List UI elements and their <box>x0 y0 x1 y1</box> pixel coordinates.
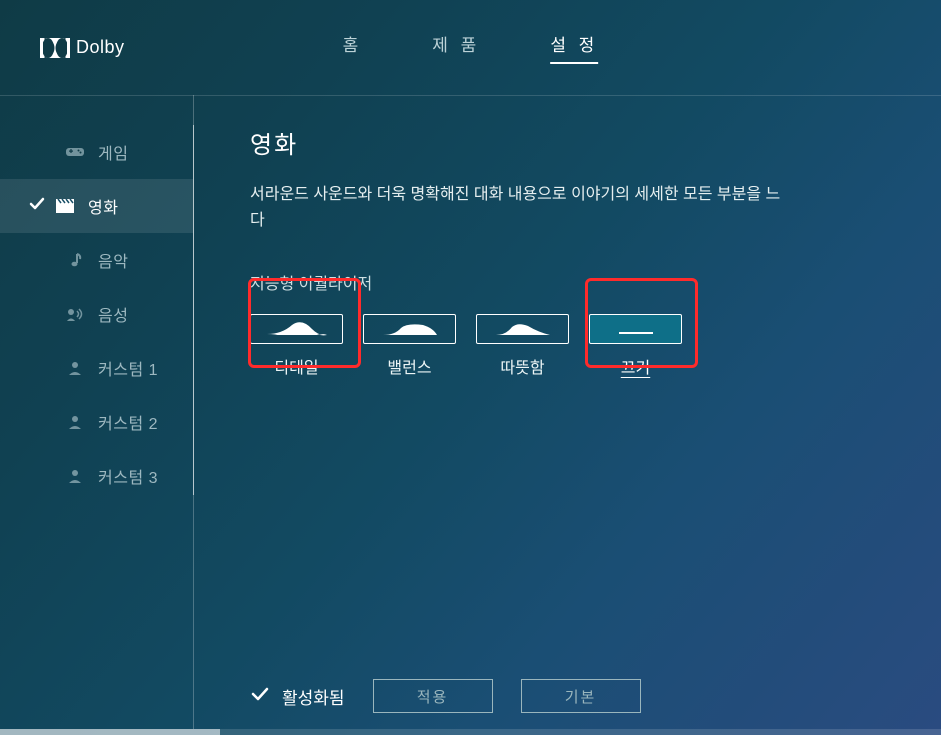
bottom-bar: 활성화됨 적용 기본 <box>250 679 641 713</box>
eq-option-off[interactable]: 끄기 <box>589 308 682 386</box>
sidebar-item-custom1[interactable]: 커스텀 1 <box>0 341 193 395</box>
eq-option-label: 밸런스 <box>387 354 431 378</box>
dolby-logo-icon <box>40 38 70 58</box>
eq-shape-warm-icon <box>476 314 569 344</box>
person-icon <box>66 467 84 485</box>
sidebar-item-movie[interactable]: 영화 <box>0 179 193 233</box>
music-note-icon <box>66 251 84 269</box>
check-icon <box>28 195 46 218</box>
eq-options: 디테일 밸런스 따뜻함 끄기 <box>250 308 941 386</box>
nav-home[interactable]: 홈 <box>343 31 363 64</box>
horizontal-scrollbar[interactable] <box>0 729 941 735</box>
brand-text: Dolby <box>76 37 125 58</box>
sidebar-item-custom3[interactable]: 커스텀 3 <box>0 449 193 503</box>
voice-icon <box>66 305 84 323</box>
person-icon <box>66 359 84 377</box>
eq-option-label: 따뜻함 <box>500 354 544 378</box>
scrollbar-thumb[interactable] <box>0 729 220 735</box>
sidebar-item-game[interactable]: 게임 <box>0 125 193 179</box>
eq-shape-off-icon <box>589 314 682 344</box>
eq-option-warm[interactable]: 따뜻함 <box>476 308 569 386</box>
header: Dolby 홈 제 품 설 정 <box>0 0 941 95</box>
page-title: 영화 <box>250 125 941 160</box>
sidebar-item-label: 음성 <box>98 302 128 326</box>
sidebar-item-label: 영화 <box>88 194 118 218</box>
check-icon <box>250 684 270 709</box>
person-icon <box>66 413 84 431</box>
gamepad-icon <box>66 143 84 161</box>
eq-option-label: 디테일 <box>274 354 318 378</box>
nav-products[interactable]: 제 품 <box>432 31 480 64</box>
clapperboard-icon <box>56 197 74 215</box>
dolby-logo: Dolby <box>40 37 125 58</box>
status-label: 활성화됨 <box>282 684 345 709</box>
sidebar-item-label: 커스텀 3 <box>98 464 158 488</box>
eq-option-detail[interactable]: 디테일 <box>250 308 343 386</box>
sidebar-item-label: 커스텀 1 <box>98 356 158 380</box>
eq-section-label: 지능형 이퀄라이저 <box>250 270 941 294</box>
eq-option-label: 끄기 <box>621 354 650 378</box>
page-description: 서라운드 사운드와 더욱 명확해진 대화 내용으로 이야기의 세세한 모든 부분… <box>250 182 941 234</box>
apply-button[interactable]: 적용 <box>373 679 493 713</box>
sidebar-item-label: 게임 <box>98 140 128 164</box>
content-pane: 영화 서라운드 사운드와 더욱 명확해진 대화 내용으로 이야기의 세세한 모든… <box>194 95 941 729</box>
eq-shape-balance-icon <box>363 314 456 344</box>
eq-shape-detail-icon <box>250 314 343 344</box>
status-activated: 활성화됨 <box>250 684 345 709</box>
sidebar-item-custom2[interactable]: 커스텀 2 <box>0 395 193 449</box>
sidebar-item-voice[interactable]: 음성 <box>0 287 193 341</box>
sidebar-item-music[interactable]: 음악 <box>0 233 193 287</box>
sidebar-item-label: 음악 <box>98 248 128 272</box>
top-nav: 홈 제 품 설 정 <box>343 31 599 64</box>
nav-settings[interactable]: 설 정 <box>550 31 598 64</box>
reset-button[interactable]: 기본 <box>521 679 641 713</box>
eq-option-balance[interactable]: 밸런스 <box>363 308 456 386</box>
sidebar-item-label: 커스텀 2 <box>98 410 158 434</box>
sidebar: 게임 영화 음악 음성 커스텀 1 <box>0 95 194 729</box>
